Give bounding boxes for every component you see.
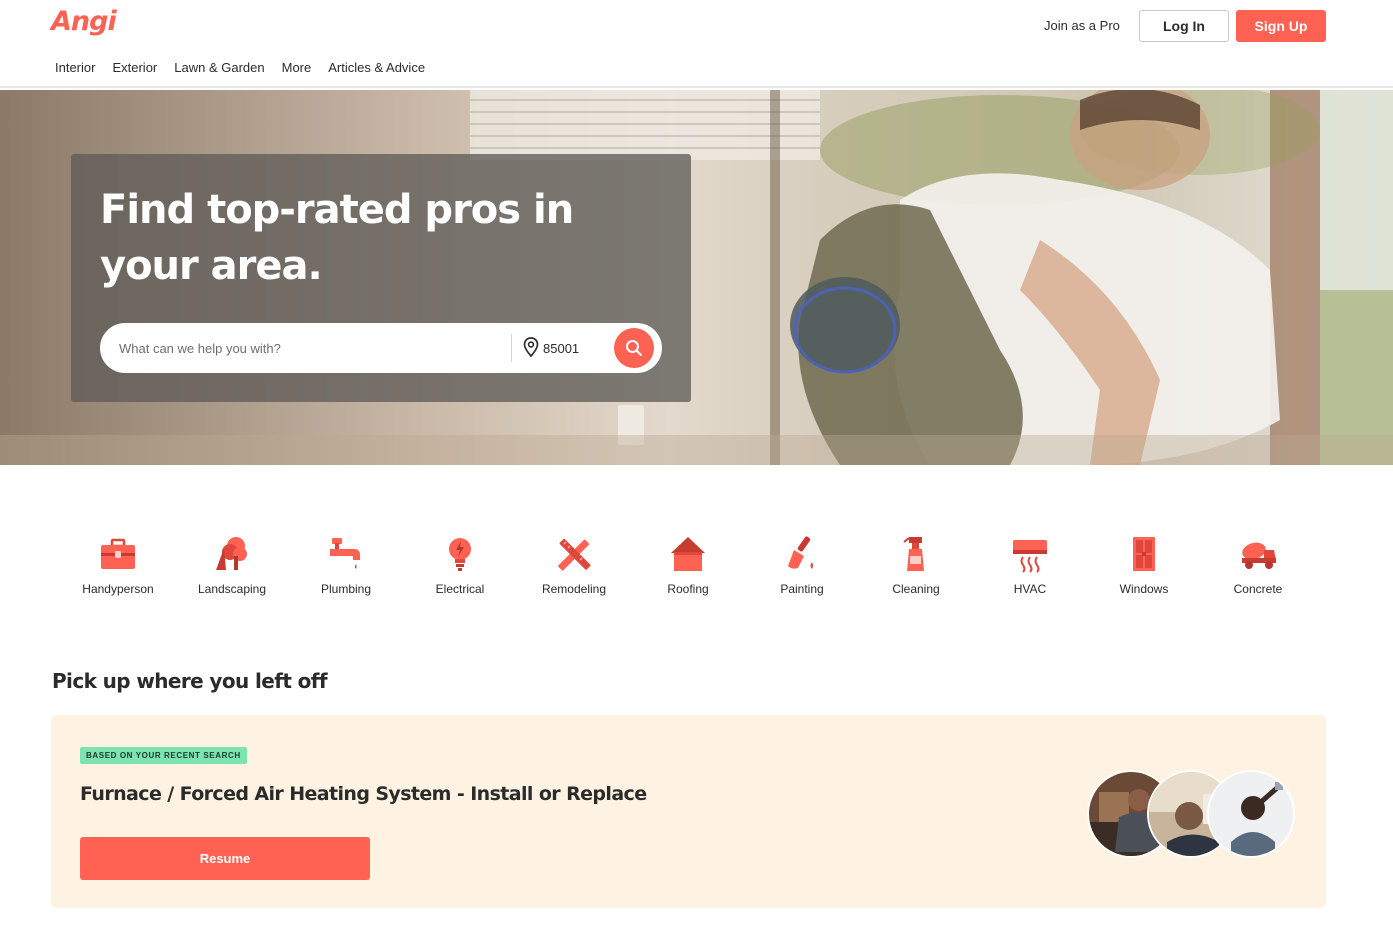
- nav-item-lawn-garden[interactable]: Lawn & Garden: [174, 60, 264, 75]
- category-cleaning[interactable]: Cleaning: [859, 534, 973, 604]
- search-bar: [100, 323, 662, 373]
- category-landscaping[interactable]: Landscaping: [175, 534, 289, 604]
- pro-photo-stack: [1087, 770, 1299, 860]
- zip-code-input[interactable]: [543, 336, 607, 360]
- category-label: Painting: [780, 582, 824, 596]
- search-divider: [511, 334, 512, 362]
- category-hvac[interactable]: HVAC: [973, 534, 1087, 604]
- toolbox-icon: [101, 538, 135, 569]
- category-label: Cleaning: [892, 582, 940, 596]
- signup-button[interactable]: Sign Up: [1236, 10, 1326, 42]
- main-nav: Interior Exterior Lawn & Garden More Art…: [55, 60, 442, 75]
- category-label: Remodeling: [541, 582, 607, 596]
- hero-title: Find top-rated pros in your area.: [100, 187, 574, 289]
- category-plumbing[interactable]: Plumbing: [289, 534, 403, 604]
- air-conditioner-icon: [1013, 540, 1047, 573]
- category-label: HVAC: [1013, 582, 1047, 596]
- site-header: Angi Interior Exterior Lawn & Garden Mor…: [0, 0, 1393, 88]
- tree-icon: [216, 537, 247, 570]
- category-label: Roofing: [667, 582, 709, 596]
- section-title-pick-up: Pick up where you left off: [52, 669, 328, 693]
- login-button[interactable]: Log In: [1139, 10, 1229, 42]
- faucet-icon: [330, 538, 360, 569]
- category-label: Handyperson: [82, 582, 154, 596]
- category-painting[interactable]: Painting: [745, 534, 859, 604]
- recent-search-badge: BASED ON YOUR RECENT SEARCH: [80, 747, 247, 764]
- nav-item-exterior[interactable]: Exterior: [112, 60, 157, 75]
- resume-project-title: Furnace / Forced Air Heating System - In…: [80, 783, 647, 805]
- nav-item-articles-advice[interactable]: Articles & Advice: [328, 60, 425, 75]
- service-search-input[interactable]: [119, 336, 499, 360]
- paintbrush-icon: [788, 536, 813, 569]
- hero-banner: Find top-rated pros in your area.: [0, 90, 1393, 465]
- category-label: Landscaping: [197, 582, 267, 596]
- search-button[interactable]: [614, 328, 654, 368]
- pro-photo: [1207, 770, 1295, 858]
- cement-mixer-icon: [1242, 542, 1276, 569]
- category-electrical[interactable]: Electrical: [403, 534, 517, 604]
- ruler-pencil-icon: [558, 538, 591, 571]
- category-label: Plumbing: [320, 582, 372, 596]
- category-label: Concrete: [1233, 582, 1283, 596]
- angi-logo[interactable]: Angi: [51, 6, 117, 37]
- location-pin-icon: [523, 337, 539, 357]
- category-label: Windows: [1119, 582, 1169, 596]
- lightbulb-icon: [449, 538, 471, 571]
- search-icon: [626, 340, 643, 357]
- category-windows[interactable]: Windows: [1087, 534, 1201, 604]
- resume-card: BASED ON YOUR RECENT SEARCH Furnace / Fo…: [51, 715, 1326, 908]
- category-handyperson[interactable]: Handyperson: [61, 534, 175, 604]
- category-roofing[interactable]: Roofing: [631, 534, 745, 604]
- resume-button[interactable]: Resume: [80, 837, 370, 880]
- spray-bottle-icon: [903, 537, 924, 571]
- category-remodeling[interactable]: Remodeling: [517, 534, 631, 604]
- nav-item-more[interactable]: More: [282, 60, 312, 75]
- category-list: Handyperson Landscaping Plumbing Electri…: [60, 534, 1332, 604]
- join-as-pro-link[interactable]: Join as a Pro: [1044, 18, 1120, 33]
- nav-item-interior[interactable]: Interior: [55, 60, 95, 75]
- window-icon: [1133, 537, 1155, 571]
- category-concrete[interactable]: Concrete: [1201, 534, 1315, 604]
- hero-search-card: Find top-rated pros in your area.: [71, 154, 691, 402]
- category-label: Electrical: [435, 582, 485, 596]
- house-icon: [671, 537, 705, 571]
